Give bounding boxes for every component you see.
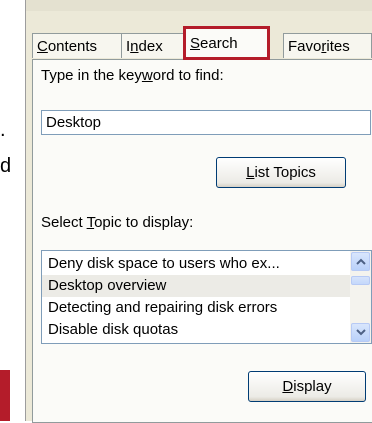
- tab-search[interactable]: Search: [183, 26, 270, 60]
- background-letter: d: [0, 155, 12, 177]
- select-topic-label: Select Topic to display:: [41, 214, 194, 231]
- scroll-down-arrow-icon: [356, 329, 366, 336]
- red-highlight-marker: [0, 370, 10, 421]
- tab-favorites[interactable]: Favorites: [283, 33, 372, 58]
- tab-contents[interactable]: Contents: [32, 33, 122, 58]
- scroll-thumb[interactable]: [351, 276, 370, 285]
- tab-index[interactable]: Index: [121, 33, 185, 58]
- help-navigation-pane: Contents Index Search Favorites Type in …: [25, 0, 372, 423]
- search-tab-panel: Type in the keyword to find: Desktop Lis…: [32, 59, 372, 423]
- topics-list: Deny disk space to users who ex... Deskt…: [42, 253, 350, 341]
- scroll-up-button[interactable]: [351, 252, 370, 271]
- scroll-down-button[interactable]: [351, 323, 370, 342]
- list-topics-button[interactable]: List Topics: [216, 157, 346, 188]
- list-item[interactable]: Disable disk quotas: [42, 319, 350, 341]
- list-item[interactable]: Detecting and repairing disk errors: [42, 297, 350, 319]
- pane-top-strip: [26, 0, 372, 11]
- scroll-up-arrow-icon: [356, 258, 366, 265]
- list-item[interactable]: Deny disk space to users who ex...: [42, 253, 350, 275]
- list-item-selected[interactable]: Desktop overview: [42, 275, 350, 297]
- topics-scrollbar[interactable]: [350, 251, 371, 343]
- background-dot: .: [0, 119, 6, 141]
- topics-listbox[interactable]: Deny disk space to users who ex... Deskt…: [41, 250, 372, 344]
- display-button[interactable]: Display: [248, 371, 366, 402]
- keyword-prompt-label: Type in the keyword to find:: [41, 67, 224, 84]
- keyword-search-input[interactable]: Desktop: [41, 110, 371, 135]
